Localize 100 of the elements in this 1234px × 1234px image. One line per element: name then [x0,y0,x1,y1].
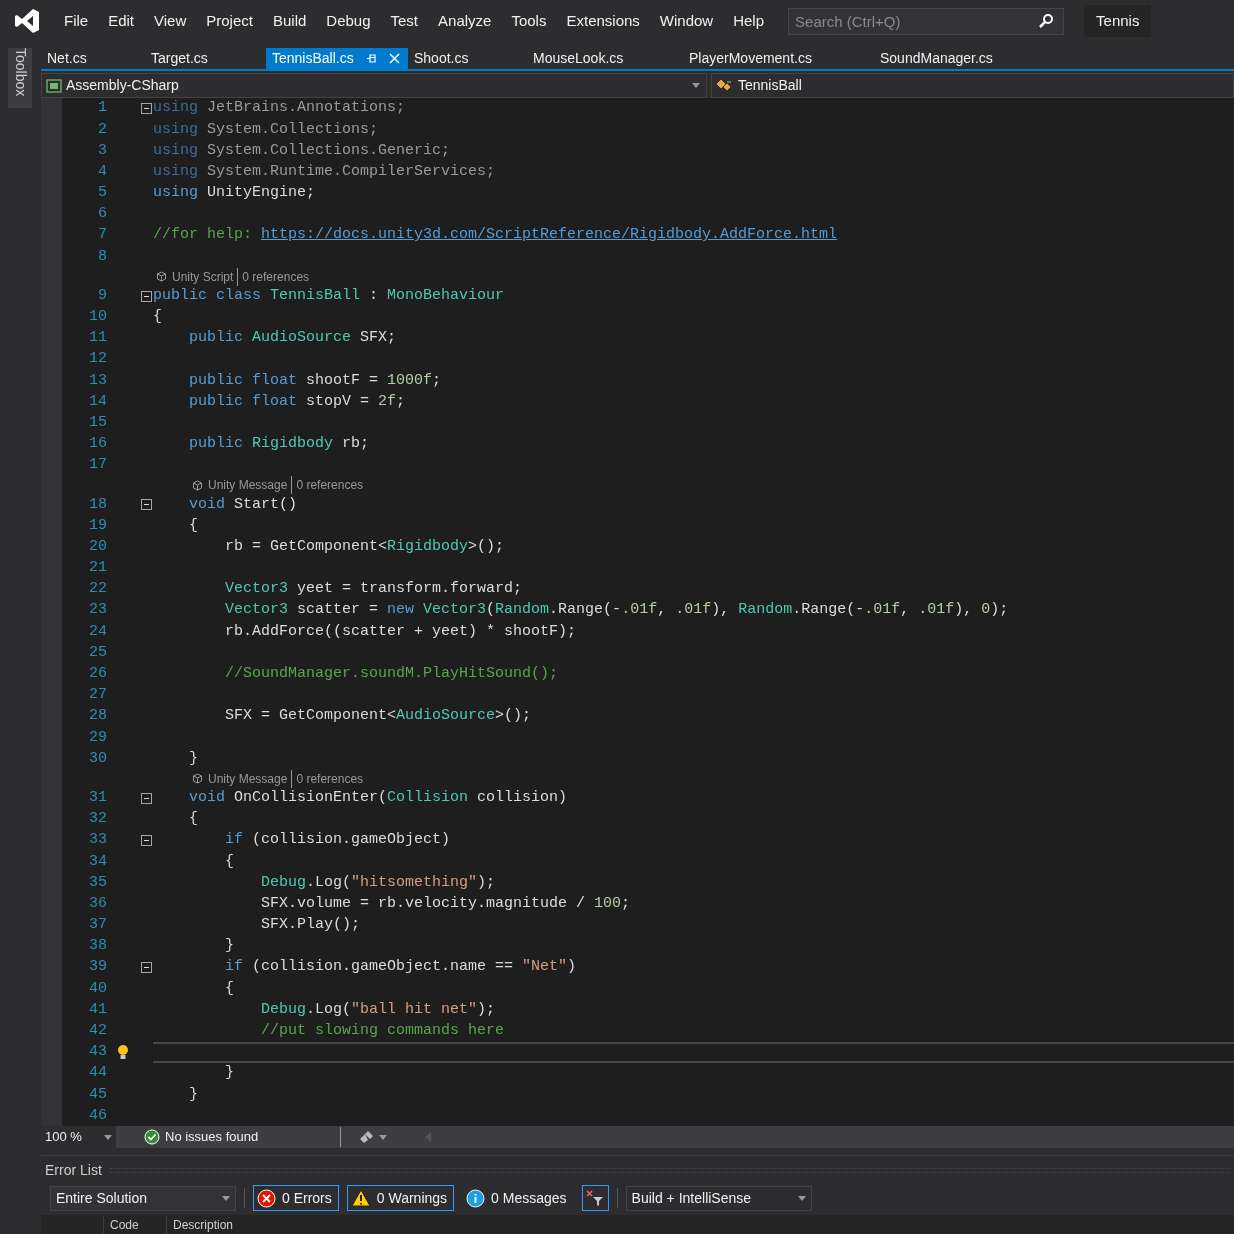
code-line: { [153,307,163,328]
column-header[interactable]: Code [103,1216,166,1234]
line-number: 25 [88,642,107,663]
code-line: } [188,748,199,769]
filter-toggle[interactable]: 0 Messages [462,1185,574,1211]
line-number: 26 [88,664,107,685]
cube-icon [156,271,167,282]
menu-item[interactable]: Test [380,6,429,36]
code-line: public AudioSource SFX; [188,328,398,349]
code-line: using System.Runtime.CompilerServices; [153,161,497,182]
codelens-label[interactable]: Unity Message [208,769,293,788]
line-number: 18 [88,494,107,515]
line-number: 10 [88,307,107,328]
menu-item[interactable]: Help [723,6,775,36]
code-line: if (collision.gameObject) [224,830,452,851]
search-icon [1038,12,1055,29]
collapse-icon[interactable] [140,792,152,804]
code-line: using System.Collections; [153,119,380,140]
code-line: using UnityEngine; [153,183,317,204]
menu-item[interactable]: File [54,6,99,36]
pin-icon [365,53,377,64]
menu-item[interactable]: Tools [501,6,557,36]
file-tab[interactable]: Target.cs [145,48,266,69]
class-icon [716,78,734,93]
line-number: 3 [97,140,107,161]
project-name: Assembly-CSharp [66,76,180,95]
code-line: public Rigidbody rb; [188,434,371,455]
code-line: public class TennisBall : MonoBehaviour [153,285,506,306]
line-number: 44 [88,1063,107,1084]
line-number: 45 [88,1084,107,1105]
line-number: 31 [88,787,107,808]
codelens-references[interactable]: 0 references [292,476,364,495]
file-tab[interactable]: Net.cs [41,48,145,69]
file-tab[interactable]: TennisBall.cs [266,48,408,69]
filter-button[interactable] [581,1185,609,1211]
line-number: 12 [88,349,107,370]
line-number: 29 [88,727,107,748]
code-line: { [188,809,199,830]
menu-item[interactable]: View [144,6,197,36]
code-line: //SoundManager.soundM.PlayHitSound(); [224,664,560,685]
code-line: if (collision.gameObject.name == "Net") [224,957,578,978]
line-number: 13 [88,370,107,391]
caret-icon [104,1134,112,1140]
filter-toggle[interactable]: 0 Warnings [346,1185,455,1211]
line-number: 2 [97,119,107,140]
collapse-icon[interactable] [140,962,152,974]
collapse-icon[interactable] [140,103,152,115]
file-tab[interactable]: Shoot.cs [408,48,527,69]
line-number: 16 [88,434,107,455]
code-line: void Start() [188,494,299,515]
lightbulb-icon [117,1044,129,1061]
class-dropdown[interactable]: TennisBall [711,73,1234,98]
menu-item[interactable]: Extensions [556,6,650,36]
search-field[interactable]: Search (Ctrl+Q) [788,7,1065,35]
line-number: 41 [88,999,107,1020]
line-number: 7 [97,225,107,246]
code-link[interactable]: https://docs.unity3d.com/ScriptReference/Rigidbody.AddForce.html [261,224,838,247]
line-number: 43 [88,1042,107,1063]
codelens-references[interactable]: 0 references [292,769,364,788]
line-number: 9 [97,285,107,306]
file-tab[interactable]: MouseLook.cs [527,48,683,69]
codelens-label[interactable]: Unity Script [172,267,239,286]
codelens-label[interactable]: Unity Message [208,476,293,495]
menu-item[interactable]: Project [196,6,263,36]
code-line: SFX.volume = rb.velocity.magnitude / 100; [260,893,632,914]
line-number: 22 [88,579,107,600]
line-number: 36 [88,893,107,914]
scope-dropdown[interactable]: Entire Solution [50,1185,236,1211]
csharp-file-icon [46,78,62,93]
code-line: } [224,1063,235,1084]
menu-item[interactable]: Analyze [428,6,502,36]
toolbox-tab[interactable]: Toolbox [8,48,32,108]
menu-item[interactable]: Window [649,6,724,36]
column-header[interactable]: Description [166,1216,240,1234]
collapse-icon[interactable] [140,499,152,511]
line-number: 8 [97,246,107,267]
code-line: SFX.Play(); [260,915,362,936]
collapse-icon[interactable] [140,290,152,302]
panel-title: Error List [45,1160,102,1180]
zoom-dropdown[interactable]: 100 % [41,1126,116,1148]
file-tab[interactable]: PlayerMovement.cs [683,48,874,69]
line-number: 32 [88,809,107,830]
caret-icon [222,1195,230,1201]
file-tab[interactable]: SoundManager.cs [874,48,1024,69]
menu-item[interactable]: Build [262,6,317,36]
collapse-icon[interactable] [140,835,152,847]
menu-item[interactable]: Edit [98,6,145,36]
line-number: 35 [88,872,107,893]
code-line: public float shootF = 1000f; [188,370,443,391]
line-number: 46 [88,1105,107,1126]
source-dropdown[interactable]: Build + IntelliSense [625,1185,812,1211]
filter-icon [586,1189,605,1207]
codelens-references[interactable]: 0 references [238,267,310,286]
line-number: 17 [88,455,107,476]
line-number: 39 [88,957,107,978]
filter-toggle[interactable]: 0 Errors [253,1185,339,1211]
line-number: 27 [88,685,107,706]
menu-item[interactable]: Debug [316,6,381,36]
code-line: using System.Collections.Generic; [153,140,452,161]
project-dropdown[interactable]: Assembly-CSharp [41,73,707,98]
